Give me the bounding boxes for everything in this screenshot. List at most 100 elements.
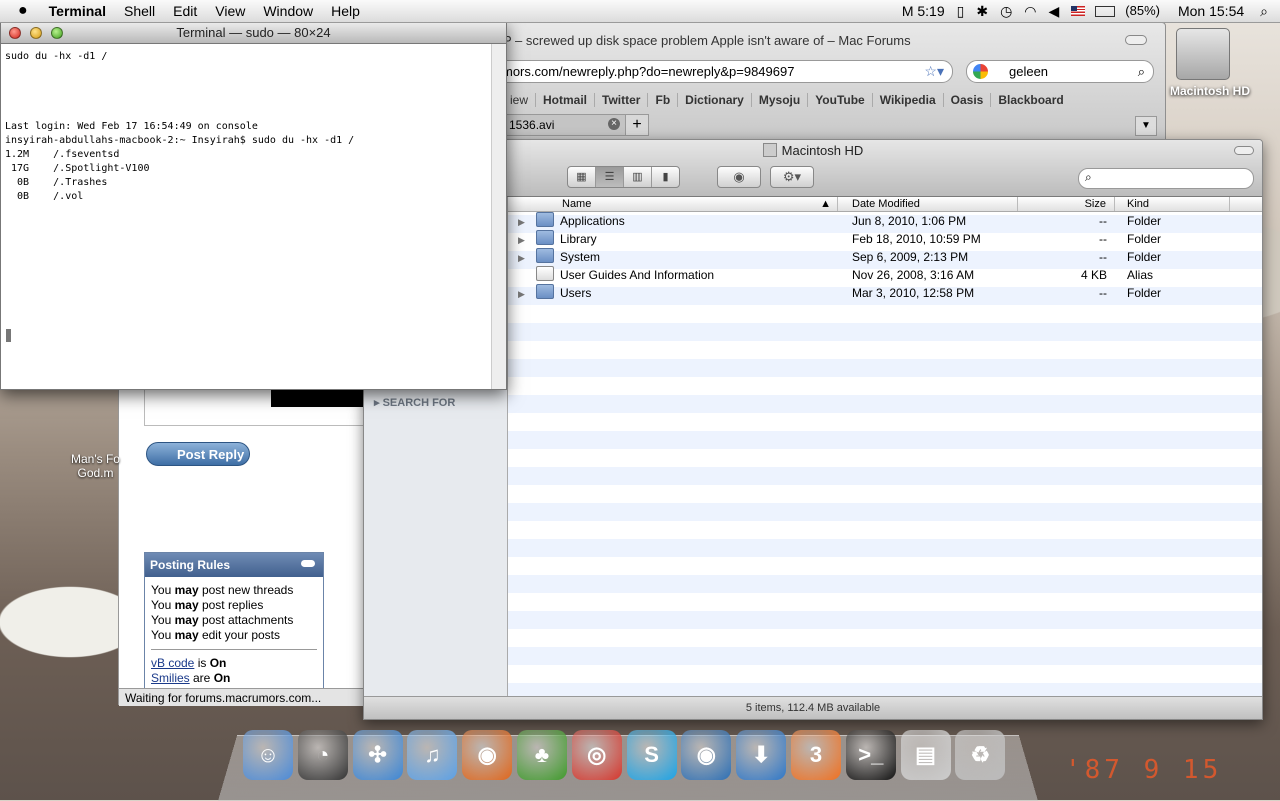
hard-drive-icon[interactable] bbox=[1176, 28, 1230, 80]
eye-icon: ◉ bbox=[733, 169, 745, 184]
spotlight-icon[interactable]: ⌕ bbox=[1256, 0, 1280, 22]
apple-menu-icon[interactable]: ● bbox=[0, 0, 40, 22]
column-header-name[interactable]: Name ▲ bbox=[508, 197, 838, 211]
dock-document-icon[interactable]: ▤ bbox=[900, 730, 951, 780]
tab-list-button[interactable]: ▼ bbox=[1135, 116, 1157, 136]
column-header-row: Name ▲ Date Modified Size Kind bbox=[508, 197, 1262, 212]
new-tab-button[interactable]: + bbox=[625, 114, 649, 136]
browser-title: P – screwed up disk space problem Apple … bbox=[503, 33, 911, 48]
close-tab-icon[interactable]: × bbox=[608, 118, 620, 130]
bookmark-dictionary[interactable]: Dictionary bbox=[677, 93, 751, 107]
column-header-kind[interactable]: Kind bbox=[1115, 197, 1230, 211]
vbcode-line: vB code is On bbox=[151, 656, 227, 670]
column-header-date[interactable]: Date Modified bbox=[838, 197, 1018, 211]
bookmark-twitter[interactable]: Twitter bbox=[594, 93, 647, 107]
battery-icon[interactable] bbox=[1095, 5, 1116, 17]
browser-tab[interactable]: 1536.avi × bbox=[503, 114, 627, 136]
file-row[interactable]: ▶ Applications Jun 8, 2010, 1:06 PM -- Fo… bbox=[508, 212, 1262, 230]
hard-drive-label[interactable]: Macintosh HD bbox=[1160, 84, 1260, 98]
terminal-scrollbar[interactable] bbox=[491, 44, 506, 389]
bookmark-oasis[interactable]: Oasis bbox=[942, 93, 991, 107]
coverflow-view-button[interactable]: ▮ bbox=[651, 167, 679, 187]
bookmark-mysoju[interactable]: Mysoju bbox=[750, 93, 807, 107]
dock: ☺ ◔ ✣ ♫ ◉ ♣ ◎ S ◉ ⬇ 3 >_ ▤ ♻ bbox=[243, 730, 1010, 780]
dock-trash-icon[interactable]: ♻ bbox=[955, 730, 1006, 780]
dock-dashboard-icon[interactable]: ◔ bbox=[297, 730, 348, 780]
dock-firefox-icon[interactable]: ◉ bbox=[462, 730, 513, 780]
bookmark-hotmail[interactable]: Hotmail bbox=[535, 93, 594, 107]
terminal-output[interactable]: sudo du -hx -d1 / Last login: Wed Feb 17… bbox=[1, 44, 506, 210]
list-view-button[interactable]: ☰ bbox=[595, 167, 623, 187]
desktop-file-label[interactable]: Man's Fo God.m bbox=[68, 452, 123, 480]
file-row[interactable]: ▶ Library Feb 18, 2010, 10:59 PM -- Folde… bbox=[508, 230, 1262, 248]
text-cursor bbox=[6, 329, 11, 342]
battery-percent[interactable]: (85%) bbox=[1119, 0, 1166, 22]
dock-itunes-icon[interactable]: ♫ bbox=[407, 730, 458, 780]
file-row[interactable]: ▶ System Sep 6, 2009, 2:13 PM -- Folder bbox=[508, 248, 1262, 266]
time-machine-icon[interactable]: ◷ bbox=[994, 0, 1018, 22]
url-text[interactable]: mors.com/newreply.php?do=newreply&p=9849… bbox=[502, 61, 794, 82]
menu-view[interactable]: View bbox=[206, 0, 254, 22]
bookmark-star-icon[interactable]: ☆▾ bbox=[924, 61, 944, 82]
menu-shell[interactable]: Shell bbox=[115, 0, 164, 22]
finder-search-input[interactable]: ⌕ bbox=[1078, 168, 1254, 189]
bookmark-item[interactable]: iew bbox=[503, 93, 535, 107]
rule-line: You may post replies bbox=[151, 598, 264, 612]
disclosure-triangle-icon[interactable]: ▶ bbox=[518, 285, 532, 302]
bookmark-blackboard[interactable]: Blackboard bbox=[990, 93, 1070, 107]
icon-view-button[interactable]: ▦ bbox=[568, 167, 595, 187]
url-bar[interactable]: mors.com/newreply.php?do=newreply&p=9849… bbox=[483, 60, 953, 83]
bookmark-fb[interactable]: Fb bbox=[647, 93, 677, 107]
wifi-icon[interactable]: ◠ bbox=[1018, 0, 1042, 22]
menu-window[interactable]: Window bbox=[254, 0, 322, 22]
sidebar-section-search-for[interactable]: ▸ SEARCH FOR bbox=[374, 396, 455, 409]
toolbar-toggle-button[interactable] bbox=[1125, 35, 1147, 45]
dock-chrome-icon[interactable]: ◎ bbox=[571, 730, 622, 780]
menu-edit[interactable]: Edit bbox=[164, 0, 206, 22]
dock-skype-icon[interactable]: S bbox=[626, 730, 677, 780]
action-menu-button[interactable]: ⚙▾ bbox=[770, 166, 814, 188]
posting-rules-title: Posting Rules bbox=[150, 558, 231, 572]
document-icon[interactable]: ▯ bbox=[951, 0, 971, 22]
post-reply-button[interactable]: Post Reply bbox=[146, 442, 250, 466]
bookmark-wikipedia[interactable]: Wikipedia bbox=[871, 93, 943, 107]
dock-adium-icon[interactable]: ♣ bbox=[516, 730, 567, 780]
terminal-window[interactable]: Terminal — sudo — 80×24 sudo du -hx -d1 … bbox=[0, 22, 507, 390]
quick-look-button[interactable]: ◉ bbox=[717, 166, 761, 188]
clock-app-status[interactable]: M 5:19 bbox=[896, 0, 951, 22]
smilies-link[interactable]: Smilies bbox=[151, 671, 190, 685]
menu-help[interactable]: Help bbox=[322, 0, 369, 22]
dock-three-app-icon[interactable]: 3 bbox=[790, 730, 841, 780]
folder-icon bbox=[536, 212, 554, 227]
bluetooth-icon[interactable]: ✱ bbox=[970, 0, 994, 22]
vbcode-link[interactable]: vB code bbox=[151, 656, 194, 670]
dock-terminal-icon[interactable]: >_ bbox=[845, 730, 896, 780]
column-view-button[interactable]: ▥ bbox=[623, 167, 651, 187]
menu-app-name[interactable]: Terminal bbox=[40, 0, 115, 22]
toolbar-toggle-button[interactable] bbox=[1234, 146, 1254, 155]
web-search-value[interactable]: geleen bbox=[1009, 61, 1048, 82]
bookmark-youtube[interactable]: YouTube bbox=[807, 93, 872, 107]
search-icon[interactable]: ⌕ bbox=[1138, 61, 1145, 82]
disclosure-triangle-icon[interactable]: ▶ bbox=[518, 213, 532, 230]
posting-rules-header: Posting Rules bbox=[145, 553, 323, 577]
disclosure-triangle-icon[interactable]: ▶ bbox=[518, 249, 532, 266]
column-header-size[interactable]: Size bbox=[1018, 197, 1115, 211]
collapse-button[interactable] bbox=[301, 560, 315, 567]
menu-clock[interactable]: Mon 15:54 bbox=[1166, 0, 1256, 22]
view-mode-segment: ▦ ☰ ▥ ▮ bbox=[567, 166, 680, 188]
dock-downloader-icon[interactable]: ⬇ bbox=[736, 730, 787, 780]
file-row[interactable]: ▶ Users Mar 3, 2010, 12:58 PM -- Folder bbox=[508, 284, 1262, 302]
volume-icon[interactable]: ◀ bbox=[1043, 0, 1066, 22]
folder-icon bbox=[536, 230, 554, 245]
file-row[interactable]: User Guides And Information Nov 26, 2008… bbox=[508, 266, 1262, 284]
dock-safari-icon[interactable]: ✣ bbox=[352, 730, 403, 780]
dock-finder-icon[interactable]: ☺ bbox=[243, 730, 293, 780]
gear-icon: ⚙▾ bbox=[782, 169, 802, 184]
input-flag-icon[interactable] bbox=[1071, 6, 1086, 16]
web-search-input[interactable]: geleen ⌕ bbox=[966, 60, 1154, 83]
disclosure-triangle-icon[interactable]: ▶ bbox=[518, 231, 532, 248]
google-icon[interactable] bbox=[973, 64, 988, 79]
terminal-titlebar[interactable]: Terminal — sudo — 80×24 bbox=[1, 23, 506, 44]
dock-preview-icon[interactable]: ◉ bbox=[681, 730, 732, 780]
